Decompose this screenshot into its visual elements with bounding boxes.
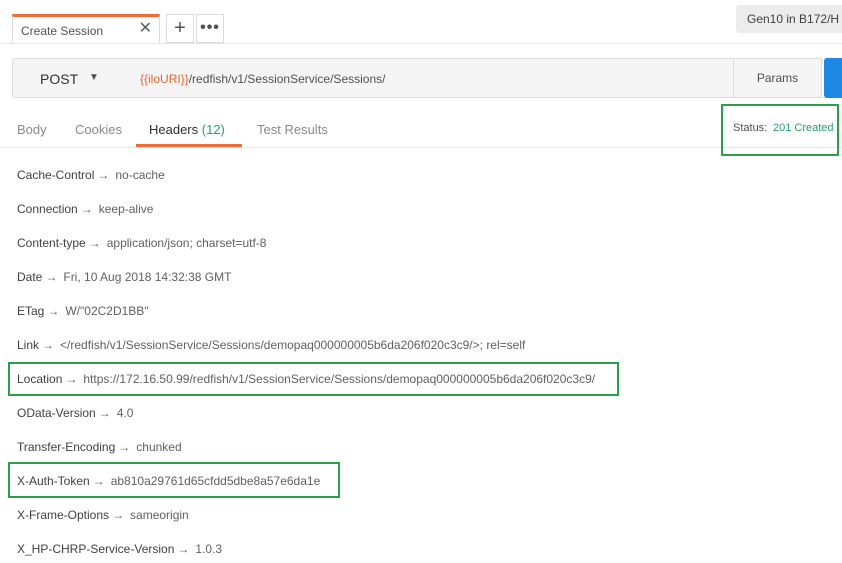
arrow-icon: → [47,304,60,318]
header-row-cache-control: Cache-Control → no-cache [17,168,165,182]
tab-test-results[interactable]: Test Results [257,122,328,137]
header-row-connection: Connection → keep-alive [17,202,153,216]
response-tabs-divider [0,147,842,148]
header-value: application/json; charset=utf-8 [106,236,267,250]
url-variable: {{iloURI}} [140,72,189,86]
new-tab-button[interactable]: + [166,14,194,43]
arrow-icon: → [112,508,125,522]
x-auth-token-highlight [8,462,340,498]
environment-select[interactable]: Gen10 in B172/H [736,5,842,33]
tab-label: Create Session [21,24,104,38]
header-row-link: Link → </redfish/v1/SessionService/Session… [17,338,525,352]
arrow-icon: → [42,338,55,352]
header-value: </redfish/v1/SessionService/Sessions/dem… [60,338,526,352]
header-row-x-frame-options: X-Frame-Options → sameorigin [17,508,189,522]
header-key: X-Frame-Options [17,508,110,522]
status-label: Status: [733,122,768,134]
tab-headers[interactable]: Headers (12) [149,122,225,137]
header-key: Cache-Control [17,168,95,182]
request-bar: POST ▼ {{iloURI}}/redfish/v1/SessionServ… [12,58,822,98]
status-value: 201 Created [773,122,834,134]
arrow-icon: → [97,168,110,182]
arrow-icon: → [88,236,101,250]
tab-cookies[interactable]: Cookies [75,122,122,137]
arrow-icon: → [45,270,58,284]
url-text: {{iloURI}}/redfish/v1/SessionService/Ses… [140,72,385,86]
header-key: Link [17,338,40,352]
method-label: POST [40,71,79,87]
header-key: X_HP-CHRP-Service-Version [17,542,175,556]
location-highlight [8,362,619,396]
arrow-icon: → [98,406,111,420]
arrow-icon: → [177,542,190,556]
close-icon[interactable]: ✕ [139,20,152,38]
tab-headers-label: Headers [149,122,199,137]
header-row-etag: ETag → W/"02C2D1BB" [17,304,149,318]
header-row-transfer-encoding: Transfer-Encoding → chunked [17,440,182,454]
tab-bar: Create Session ✕ + ••• Gen10 in B172/H [0,0,842,44]
caret-down-icon: ▼ [89,72,99,83]
header-key: Date [17,270,43,284]
url-input[interactable]: {{iloURI}}/redfish/v1/SessionService/Ses… [128,58,734,98]
header-value: sameorigin [130,508,189,522]
header-key: ETag [17,304,45,318]
send-button[interactable] [824,58,842,98]
arrow-icon: → [80,202,93,216]
response-tabs: Body Cookies Headers (12) Test Results [0,108,842,148]
header-value: Fri, 10 Aug 2018 14:32:38 GMT [63,270,232,284]
tab-bar-divider [0,43,842,44]
tab-create-session[interactable]: Create Session ✕ [12,14,160,44]
header-value: 4.0 [116,406,134,420]
header-key: Transfer-Encoding [17,440,116,454]
params-button[interactable]: Params [733,58,822,98]
header-value: chunked [136,440,182,454]
header-row-x-hp-chrp-service-version: X_HP-CHRP-Service-Version → 1.0.3 [17,542,222,556]
header-value: no-cache [115,168,165,182]
url-path: /redfish/v1/SessionService/Sessions/ [188,72,386,86]
header-row-content-type: Content-type → application/json; charset=u… [17,236,266,250]
header-row-odata-version: OData-Version → 4.0 [17,406,133,420]
headers-count: (12) [201,122,225,137]
header-key: Content-type [17,236,86,250]
header-key: OData-Version [17,406,96,420]
more-tabs-icon[interactable]: ••• [196,14,224,43]
header-value: W/"02C2D1BB" [65,304,149,318]
header-key: Connection [17,202,78,216]
header-value: 1.0.3 [195,542,223,556]
header-row-date: Date → Fri, 10 Aug 2018 14:32:38 GMT [17,270,231,284]
header-value: keep-alive [98,202,154,216]
tab-body[interactable]: Body [17,122,47,137]
status-highlight: Status: 201 Created [721,104,839,156]
method-select[interactable]: POST ▼ [12,58,129,98]
arrow-icon: → [118,440,131,454]
